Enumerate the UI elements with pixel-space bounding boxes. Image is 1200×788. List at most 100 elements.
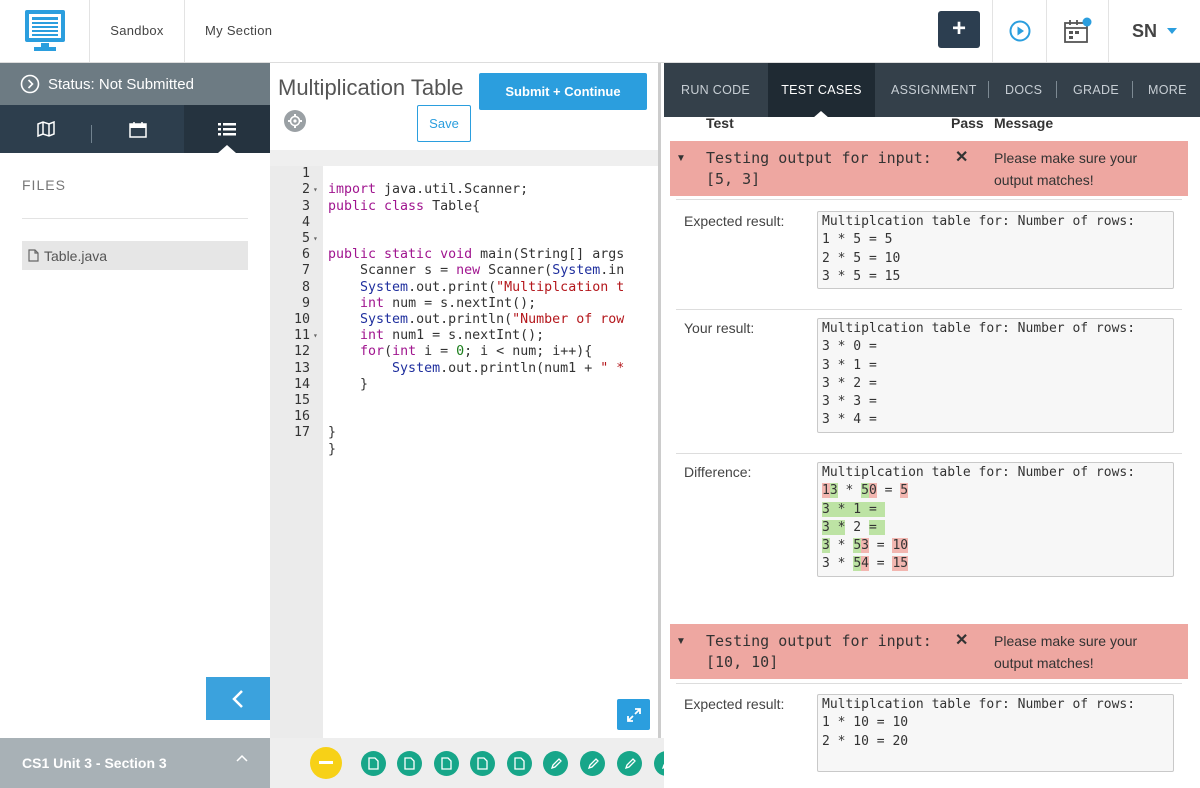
progress-step[interactable] [470, 751, 495, 776]
tab-divider [988, 81, 989, 98]
progress-step[interactable] [580, 751, 605, 776]
computer-monitor-icon [24, 10, 65, 51]
column-header-message: Message [994, 115, 1054, 131]
code-line: 7 System.out.print("Multiplcation t [270, 247, 624, 294]
collapse-triangle-icon[interactable]: ▼ [676, 636, 686, 647]
test-name: Testing output for input: [10, 10] [706, 632, 932, 671]
code-text: public class Table{ [328, 198, 481, 214]
your-output: Multiplcation table for: Number of rows:… [817, 318, 1174, 433]
code-line: 15 [270, 377, 318, 408]
file-item-table-java[interactable]: Table.java [22, 241, 248, 270]
logo[interactable] [0, 0, 90, 62]
settings-icon [288, 114, 302, 128]
divider [676, 309, 1182, 310]
top-bar: Sandbox My Section + SN [0, 0, 1200, 63]
section-selector[interactable]: CS1 Unit 3 - Section 3 [0, 738, 270, 788]
code-line: 17 } [270, 409, 336, 456]
sidebar-tabs [0, 105, 270, 153]
nav-sandbox[interactable]: Sandbox [90, 0, 185, 62]
test-case-row[interactable]: ▼ Testing output for input: [10, 10] ✕ P… [670, 624, 1188, 679]
document-icon [368, 757, 379, 770]
progress-step[interactable] [617, 751, 642, 776]
run-button[interactable] [992, 0, 1046, 62]
minus-icon [319, 761, 333, 764]
calendar-button[interactable] [1046, 0, 1108, 62]
code-line: 2 ▾ public class Table{ [270, 166, 480, 213]
code-line: 5 ▾ public static void main(String[] args [270, 215, 624, 262]
test-cases-panel: RUN CODE TEST CASES ASSIGNMENT DOCS GRAD… [664, 63, 1200, 788]
expand-editor-button[interactable] [617, 699, 650, 730]
code-text: for(int i = 0; i < num; i++){ [360, 344, 593, 360]
file-icon [28, 249, 39, 262]
code-text: System.out.println(num1 + " * [392, 360, 625, 376]
pencil-icon [624, 757, 636, 769]
tab-divider [1132, 81, 1133, 98]
progress-step[interactable] [361, 751, 386, 776]
play-circle-icon [1009, 20, 1030, 42]
tab-calendar[interactable] [92, 105, 184, 153]
test-message: Please make sure your output matches! [994, 150, 1138, 188]
section-label: CS1 Unit 3 - Section 3 [22, 755, 167, 771]
tab-grade[interactable]: GRADE [1073, 63, 1119, 117]
expected-output: Multiplcation table for: Number of rows:… [817, 211, 1174, 289]
calendar-notification-icon [1063, 17, 1091, 43]
add-button[interactable]: + [938, 11, 980, 48]
files-heading: FILES [22, 177, 66, 193]
collapse-sidebar-button[interactable] [206, 677, 270, 720]
line-number: 17 [293, 425, 310, 441]
tab-test-cases[interactable]: TEST CASES [768, 63, 875, 118]
code-text: int num1 = s.nextInt(); [360, 328, 545, 344]
divider [22, 218, 248, 219]
chevron-circle-icon [20, 74, 40, 94]
expand-icon [626, 707, 641, 722]
progress-step[interactable] [434, 751, 459, 776]
document-icon [404, 757, 415, 770]
test-case-row[interactable]: ▼ Testing output for input: [5, 3] ✕ Ple… [670, 141, 1188, 196]
code-line: 16 } [270, 393, 336, 440]
progress-step[interactable] [507, 751, 532, 776]
right-tabs: RUN CODE TEST CASES ASSIGNMENT DOCS GRAD… [664, 63, 1200, 118]
code-line: 4 [270, 199, 318, 230]
progress-step[interactable] [397, 751, 422, 776]
your-result-label: Your result: [684, 320, 755, 336]
expected-output: Multiplcation table for: Number of rows:… [817, 694, 1174, 772]
code-text: Scanner s = new Scanner(System.in [328, 263, 625, 279]
code-text: } [328, 425, 337, 441]
calendar-icon [129, 121, 147, 138]
difference-label: Difference: [684, 464, 752, 480]
list-icon [218, 122, 236, 135]
status-bar: Status: Not Submitted [0, 63, 270, 105]
left-sidebar: Status: Not Submitted FILES Table.java C… [0, 63, 270, 788]
caret-down-icon [1167, 28, 1177, 34]
chevron-up-icon [236, 754, 248, 762]
save-button[interactable]: Save [417, 105, 471, 142]
code-editor[interactable]: 1 import java.util.Scanner; 2 ▾ public cl… [270, 150, 658, 738]
document-icon [477, 757, 488, 770]
progress-step-current-section[interactable] [310, 747, 342, 779]
document-icon [441, 757, 452, 770]
code-line: 1 import java.util.Scanner; [270, 150, 658, 197]
tab-docs[interactable]: DOCS [1005, 63, 1042, 117]
progress-step[interactable] [543, 751, 568, 776]
code-text: } [328, 441, 337, 457]
test-name: Testing output for input: [5, 3] [706, 149, 932, 188]
divider [676, 199, 1182, 200]
editor-pane: Multiplication Table Submit + Continue S… [270, 63, 661, 738]
tab-run-code[interactable]: RUN CODE [681, 63, 750, 117]
fail-x-icon: ✕ [955, 632, 969, 649]
tab-list[interactable] [184, 105, 270, 153]
nav-my-section[interactable]: My Section [205, 0, 272, 62]
expected-label: Expected result: [684, 696, 785, 712]
code-text: System.out.print("Multiplcation t [360, 279, 625, 295]
status-text: Status: Not Submitted [48, 75, 194, 93]
difference-output: Multiplcation table for: Number of rows:… [817, 462, 1174, 577]
tab-map[interactable] [0, 105, 92, 153]
collapse-triangle-icon[interactable]: ▼ [676, 153, 686, 164]
divider [676, 683, 1182, 684]
submit-continue-button[interactable]: Submit + Continue [479, 73, 647, 110]
user-menu[interactable]: SN [1108, 0, 1200, 62]
tab-assignment[interactable]: ASSIGNMENT [891, 63, 977, 117]
document-icon [514, 757, 525, 770]
gear-icon[interactable] [284, 110, 306, 132]
tab-more[interactable]: MORE [1148, 63, 1187, 117]
